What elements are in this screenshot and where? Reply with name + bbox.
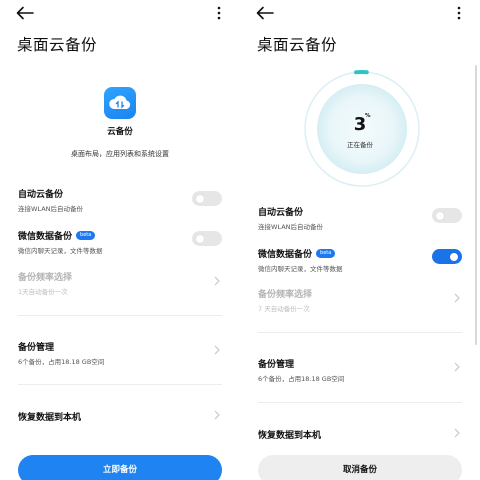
- app-name: 云备份: [107, 127, 133, 137]
- app-description: 桌面布局，应用列表和系统设置: [71, 150, 169, 158]
- chevron-right-icon: [454, 428, 460, 438]
- progress-label: 正在备份: [347, 141, 373, 149]
- beta-badge: beta: [316, 249, 336, 258]
- divider: [18, 315, 222, 316]
- restore-data-title: 恢复数据到本机: [18, 413, 82, 423]
- wechat-backup-toggle[interactable]: [192, 231, 222, 246]
- chevron-right-icon: [454, 293, 460, 303]
- auto-backup-toggle[interactable]: [192, 191, 222, 206]
- progress-value: 3: [353, 114, 367, 135]
- more-options-icon[interactable]: [216, 6, 222, 20]
- backup-now-button[interactable]: 立即备份: [18, 455, 222, 480]
- backup-frequency-title: 备份频率选择: [258, 290, 313, 300]
- backup-frequency-title: 备份频率选择: [18, 273, 73, 283]
- restore-data-row[interactable]: 恢复数据到本机: [258, 428, 462, 441]
- divider: [258, 332, 462, 333]
- toggle-knob: [450, 252, 458, 261]
- backup-frequency-row[interactable]: 备份频率选择 7 天自动备份一次: [258, 287, 462, 313]
- percent-symbol: %: [365, 113, 371, 119]
- divider: [258, 402, 462, 403]
- backup-management-row[interactable]: 备份管理 6个备份，占用18.18 GB空间: [18, 340, 222, 366]
- backup-frequency-subtitle: 1天自动备份一次: [18, 288, 68, 296]
- auto-backup-toggle[interactable]: [432, 208, 462, 223]
- auto-backup-subtitle: 连接WLAN后自动备份: [258, 223, 324, 231]
- backup-management-subtitle: 6个备份，占用18.18 GB空间: [18, 358, 105, 366]
- page-title: 桌面云备份: [257, 36, 338, 54]
- backup-management-row[interactable]: 备份管理 6个备份，占用18.18 GB空间: [258, 357, 462, 383]
- scrollbar[interactable]: [475, 65, 477, 345]
- backup-management-title: 备份管理: [18, 343, 55, 353]
- wechat-backup-toggle[interactable]: [432, 249, 462, 264]
- backup-screen-in-progress: 桌面云备份 3 % 正在备份 自动云备份 连接WLAN后自动备份 微信数据备份 …: [240, 0, 480, 480]
- toggle-knob: [196, 194, 204, 203]
- wechat-backup-title: 微信数据备份: [18, 232, 73, 242]
- page-title: 桌面云备份: [17, 36, 98, 54]
- wechat-backup-subtitle: 微信内聊天记录，文件等数据: [258, 265, 343, 273]
- auto-backup-subtitle: 连接WLAN后自动备份: [18, 205, 84, 213]
- backup-screen-idle: 桌面云备份 云备份 桌面布局，应用列表和系统设置 自动云备份 连接WLAN后自动…: [0, 0, 240, 480]
- backup-frequency-row[interactable]: 备份频率选择 1天自动备份一次: [18, 270, 222, 296]
- restore-data-title: 恢复数据到本机: [258, 431, 322, 441]
- more-options-icon[interactable]: [456, 6, 462, 20]
- restore-data-row[interactable]: 恢复数据到本机: [18, 410, 222, 423]
- top-bar: [240, 4, 480, 22]
- backup-management-subtitle: 6个备份，占用18.18 GB空间: [258, 375, 345, 383]
- backup-frequency-subtitle: 7 天自动备份一次: [258, 305, 310, 313]
- chevron-right-icon: [214, 410, 220, 420]
- toggle-knob: [436, 211, 444, 220]
- wechat-backup-row[interactable]: 微信数据备份 beta 微信内聊天记录，文件等数据: [18, 229, 222, 255]
- back-arrow-icon[interactable]: [16, 6, 34, 20]
- beta-badge: beta: [76, 231, 96, 240]
- wechat-backup-title: 微信数据备份: [258, 250, 313, 260]
- cancel-backup-button[interactable]: 取消备份: [258, 455, 462, 480]
- chevron-right-icon: [214, 345, 220, 355]
- chevron-right-icon: [454, 362, 460, 372]
- backup-management-title: 备份管理: [258, 360, 295, 370]
- top-bar: [0, 4, 240, 22]
- wechat-backup-subtitle: 微信内聊天记录，文件等数据: [18, 247, 103, 255]
- toggle-knob: [196, 234, 204, 243]
- back-arrow-icon[interactable]: [256, 6, 274, 20]
- auto-backup-row[interactable]: 自动云备份 连接WLAN后自动备份: [258, 205, 462, 231]
- wechat-backup-row[interactable]: 微信数据备份 beta 微信内聊天记录，文件等数据: [258, 247, 462, 273]
- cloud-backup-icon: [104, 87, 136, 119]
- divider: [18, 384, 222, 385]
- chevron-right-icon: [214, 276, 220, 286]
